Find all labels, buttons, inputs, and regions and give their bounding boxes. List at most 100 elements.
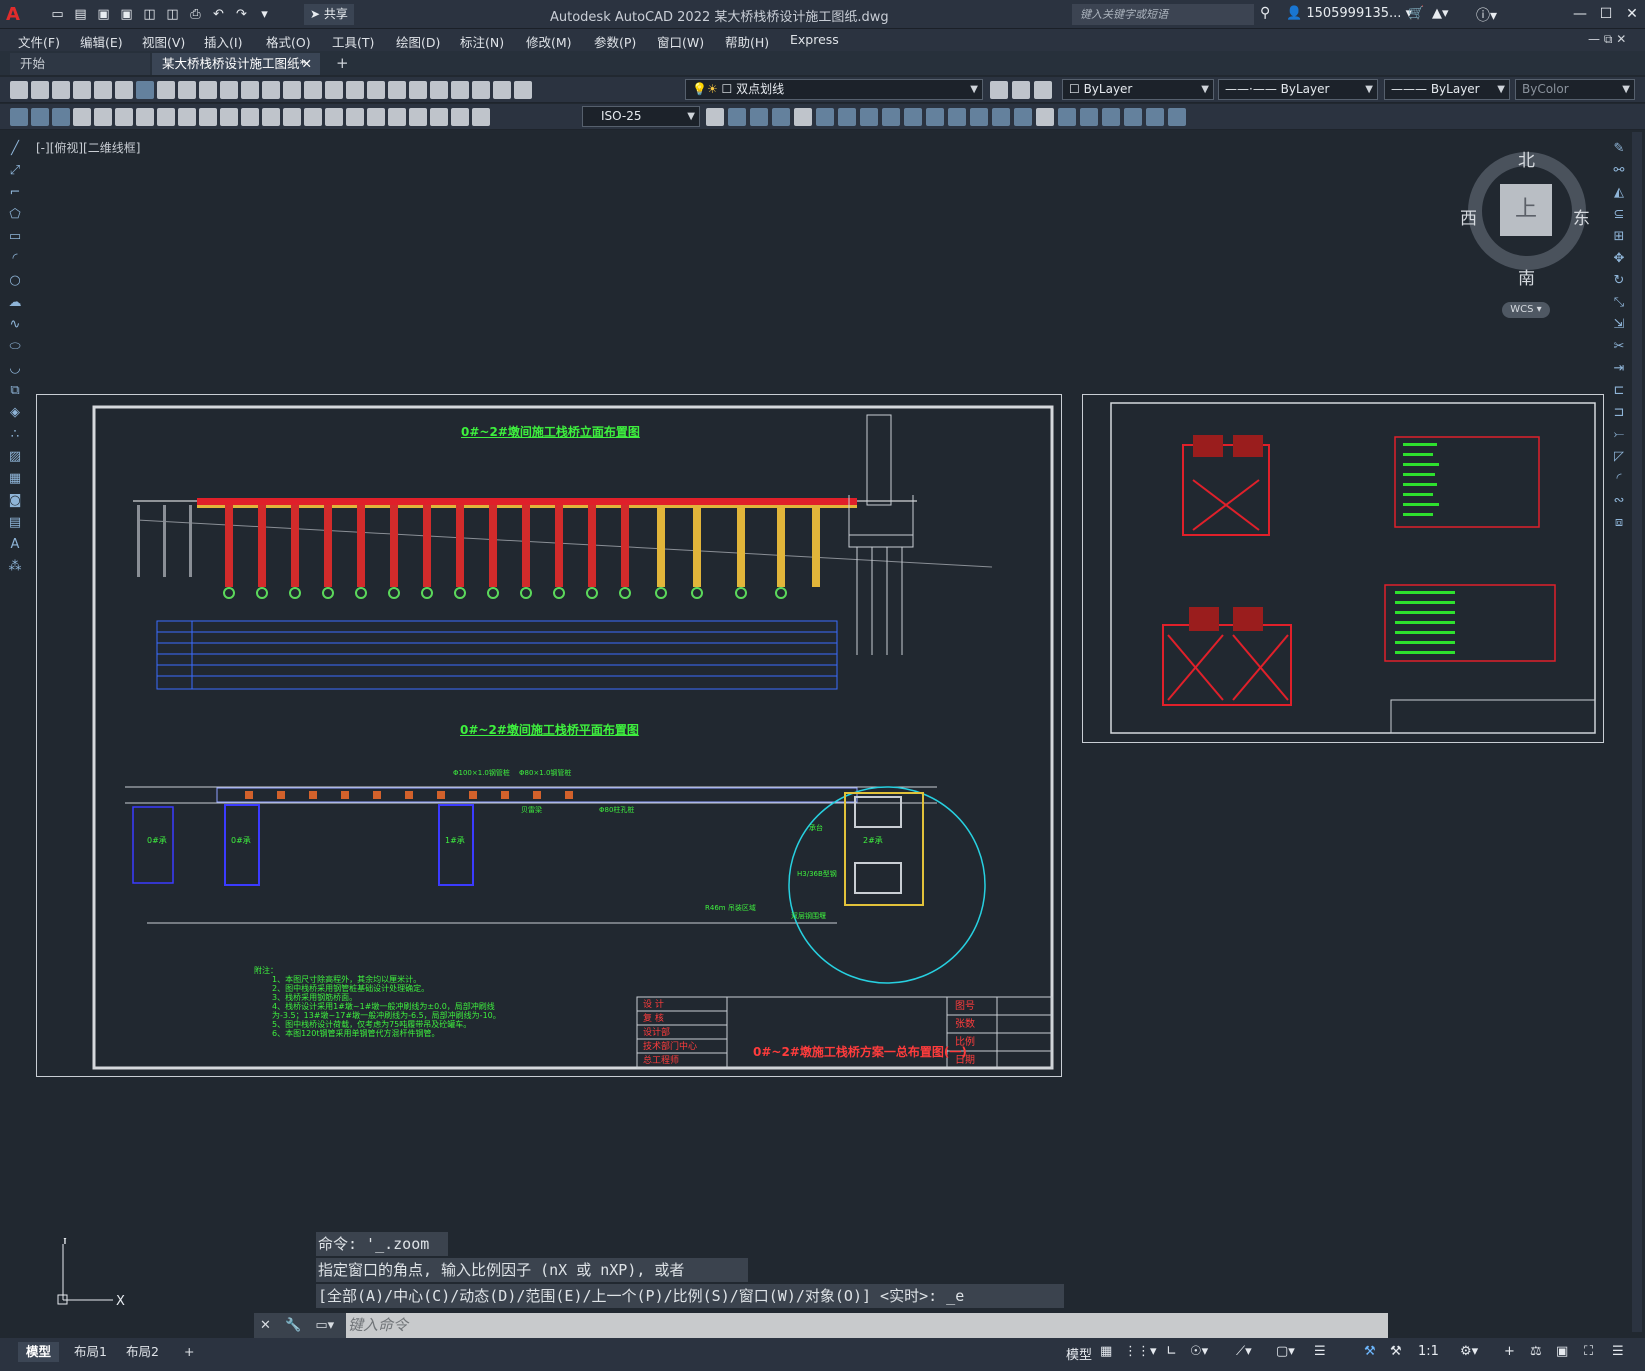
continue-icon[interactable] (283, 108, 301, 126)
qnew-icon[interactable] (10, 81, 28, 99)
open-icon[interactable]: ▤ (71, 5, 90, 24)
chamfer-icon[interactable] (992, 108, 1010, 126)
cart-icon[interactable]: 🛒 (1408, 6, 1424, 21)
polyline-icon[interactable]: ⌐ (6, 184, 24, 202)
make-current-icon[interactable] (990, 81, 1008, 99)
ellipse-arc-icon[interactable]: ◡ (6, 360, 24, 378)
jogged-icon[interactable] (178, 108, 196, 126)
layer-previous-icon[interactable] (1012, 81, 1030, 99)
radius-icon[interactable] (157, 108, 175, 126)
tab-start[interactable]: 开始 (10, 53, 150, 75)
line-icon[interactable]: ╱ (6, 140, 24, 158)
maximize-button[interactable]: ☐ (1593, 4, 1619, 24)
annotation-visibility-icon[interactable]: ⚒ (1364, 1344, 1376, 1359)
annotation-scale[interactable]: 1:1 (1418, 1344, 1439, 1359)
compass-north[interactable]: 北 (1518, 146, 1535, 171)
recent-commands-icon[interactable]: ▭▾ (315, 1318, 334, 1333)
close-tab-icon[interactable]: ✕ (302, 53, 312, 75)
table-icon[interactable]: ▤ (6, 514, 24, 532)
fillet-icon[interactable] (1014, 108, 1032, 126)
rectangle-icon[interactable]: ▭ (6, 228, 24, 246)
copy-icon[interactable] (178, 81, 196, 99)
preview-icon[interactable] (94, 81, 112, 99)
tab-layout2[interactable]: 布局2 (118, 1342, 167, 1362)
open-icon[interactable] (31, 81, 49, 99)
layer-match-icon[interactable] (1034, 81, 1052, 99)
menu-file[interactable]: 文件(F) (18, 32, 60, 51)
explode-icon[interactable] (1036, 108, 1054, 126)
menu-format[interactable]: 格式(O) (266, 32, 311, 51)
customization-icon[interactable]: ☰ (1612, 1344, 1624, 1359)
units-icon[interactable]: ⚖ (1530, 1344, 1542, 1359)
lineweight-icon[interactable]: ☰ (1314, 1344, 1326, 1359)
menu-dimension[interactable]: 标注(N) (460, 32, 504, 51)
draw-order-front-icon[interactable] (31, 108, 49, 126)
rotate-icon[interactable] (838, 108, 856, 126)
point-icon[interactable]: ∴ (6, 426, 24, 444)
spline-icon[interactable]: ∿ (6, 316, 24, 334)
zoom-realtime-icon[interactable] (304, 81, 322, 99)
match-prop-icon[interactable] (220, 81, 238, 99)
join-icon[interactable]: ⤚ (1610, 426, 1628, 444)
revcloud-icon[interactable]: ☁ (6, 294, 24, 312)
hatch-icon[interactable]: ▨ (6, 448, 24, 466)
erase-icon[interactable] (1146, 108, 1164, 126)
help-icon[interactable]: ⓘ▾ (1476, 5, 1497, 25)
properties-icon[interactable] (367, 81, 385, 99)
draw-order-icon[interactable] (10, 108, 28, 126)
help-icon[interactable] (493, 81, 511, 99)
menu-tools[interactable]: 工具(T) (332, 32, 374, 51)
new-icon[interactable]: ▭ (48, 5, 67, 24)
trim-icon[interactable] (904, 108, 922, 126)
polygon-icon[interactable]: ⬠ (6, 206, 24, 224)
fillet-icon[interactable]: ◜ (1610, 470, 1628, 488)
viewport-controls[interactable]: [-][俯视][二维线框] (36, 139, 140, 156)
paste-icon[interactable] (199, 81, 217, 99)
menu-parametric[interactable]: 参数(P) (594, 32, 636, 51)
array-icon[interactable]: ⊞ (1610, 228, 1628, 246)
redo-icon[interactable]: ↷ (232, 5, 251, 24)
rotate-icon[interactable]: ↻ (1610, 272, 1628, 290)
save-icon[interactable]: ▣ (94, 5, 113, 24)
drawing-sheet-main[interactable]: 0#~2#墩间施工栈桥立面布置图 0#~2#墩间施工栈桥平面布置图 附注： 1、… (36, 394, 1062, 1077)
edit-spline-icon[interactable] (1080, 108, 1098, 126)
tab-model[interactable]: 模型 (18, 1342, 60, 1362)
app-store-icon[interactable]: ▲▾ (1432, 6, 1449, 21)
offset-icon[interactable]: ⊆ (1610, 206, 1628, 224)
command-line[interactable]: 键入命令 (254, 1313, 1388, 1338)
join-icon[interactable] (970, 108, 988, 126)
stretch-icon[interactable] (882, 108, 900, 126)
mirror-icon[interactable] (772, 108, 790, 126)
draw-order-back-icon[interactable] (52, 108, 70, 126)
arc-length-icon[interactable] (115, 108, 133, 126)
plot-icon[interactable] (73, 81, 91, 99)
undo-icon[interactable]: ↶ (209, 5, 228, 24)
menu-help[interactable]: 帮助(H) (725, 32, 769, 51)
quick-dim-icon[interactable] (241, 108, 259, 126)
tab-active-drawing[interactable]: 某大桥栈桥设计施工图纸* ✕ (152, 53, 320, 75)
minimize-button[interactable]: — (1567, 4, 1593, 24)
clean-screen-icon[interactable]: ⛶ (1584, 1344, 1593, 1359)
web-open-icon[interactable]: ◫ (140, 5, 159, 24)
mirror-icon[interactable]: ◭ (1610, 184, 1628, 202)
copy-icon[interactable]: ⚯ (1610, 162, 1628, 180)
dim-space-icon[interactable] (304, 108, 322, 126)
osnap-icon[interactable]: ▢▾ (1276, 1344, 1295, 1359)
plot-icon[interactable]: ⎙ (186, 5, 205, 24)
menu-edit[interactable]: 编辑(E) (80, 32, 123, 51)
menu-express[interactable]: Express (790, 32, 839, 47)
scale-icon[interactable]: ⤡ (1610, 294, 1628, 312)
array-icon[interactable] (816, 108, 834, 126)
user-account[interactable]: 👤 1505999135... ▾ (1286, 6, 1412, 21)
break-point-icon[interactable]: ⊏ (1610, 382, 1628, 400)
customize-icon[interactable]: 🔧 (285, 1318, 301, 1333)
arc-icon[interactable]: ◜ (6, 250, 24, 268)
vertical-scrollbar[interactable] (1632, 132, 1642, 1332)
mtext-icon[interactable]: A (6, 536, 24, 554)
share-button[interactable]: ➤ 共享 (304, 4, 354, 25)
grid-icon[interactable]: ▦ (1100, 1344, 1112, 1359)
add-layout-icon[interactable]: + (176, 1342, 202, 1362)
insert-block-icon[interactable]: ⧉ (6, 382, 24, 400)
close-button[interactable]: ✕ (1619, 4, 1645, 24)
offset-icon[interactable] (794, 108, 812, 126)
